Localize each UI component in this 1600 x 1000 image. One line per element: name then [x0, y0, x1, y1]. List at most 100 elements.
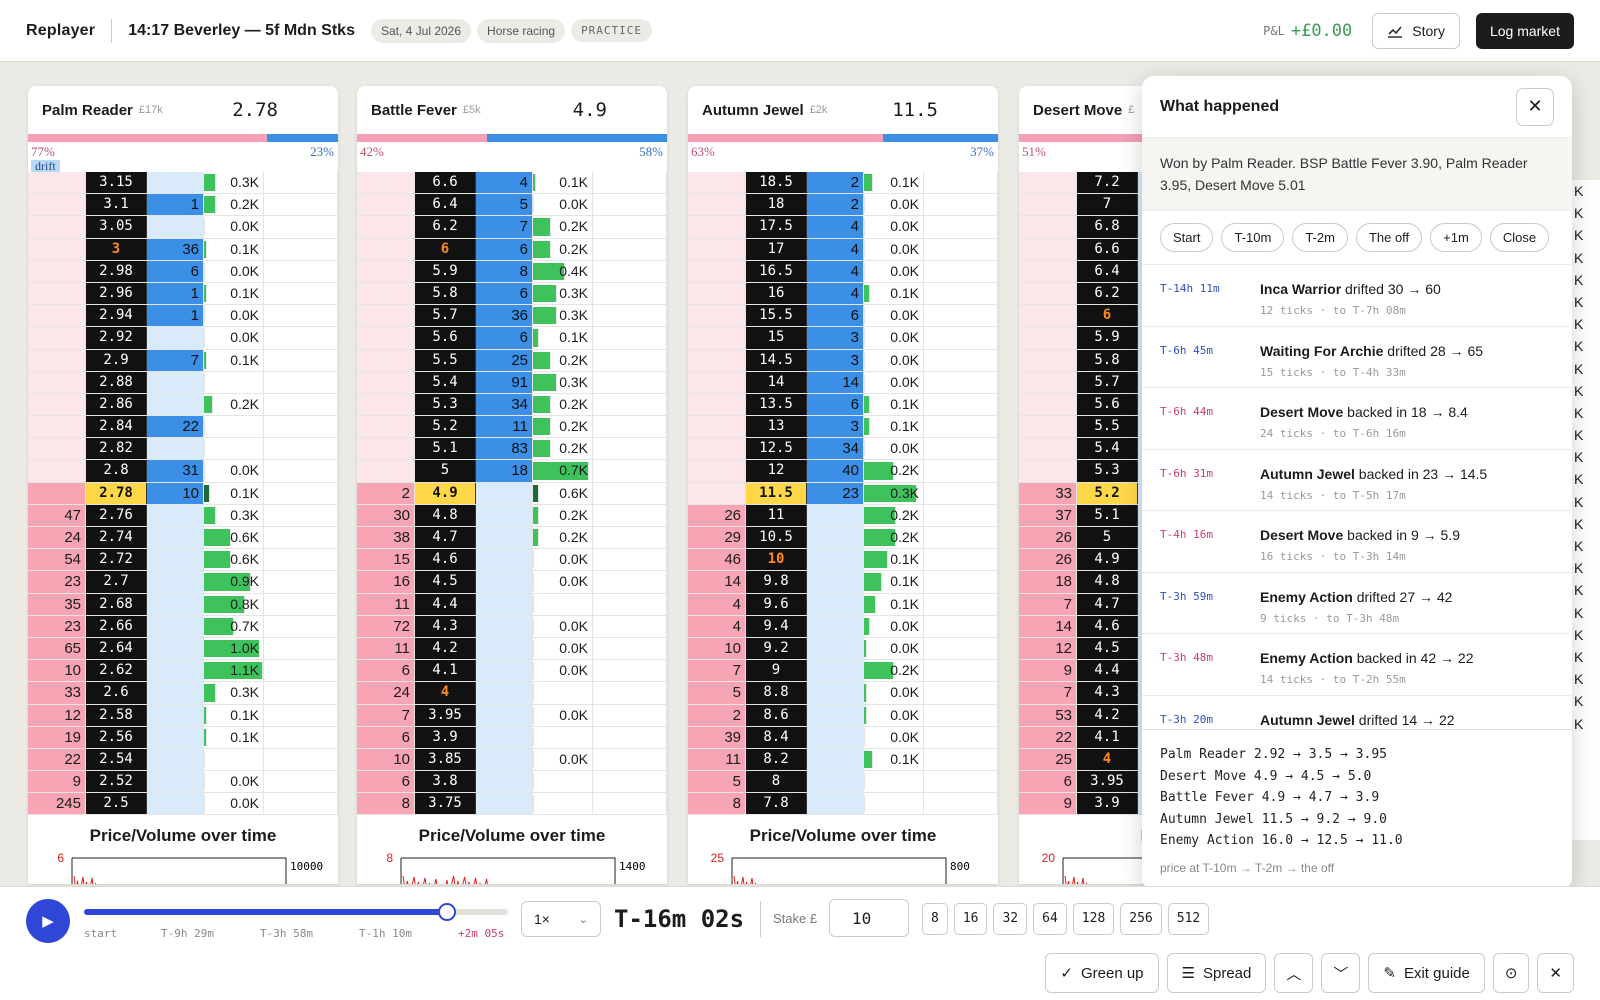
lay-cell[interactable] — [147, 793, 204, 815]
lay-cell[interactable]: 36 — [476, 305, 533, 327]
back-cell[interactable] — [688, 349, 746, 371]
lay-cell[interactable] — [147, 216, 204, 238]
extra-cell[interactable] — [264, 615, 338, 637]
lay-cell[interactable]: 7 — [476, 216, 533, 238]
jump-button[interactable]: +1m — [1430, 223, 1482, 252]
back-cell[interactable] — [357, 260, 415, 282]
chevron-down-button[interactable]: ﹀ — [1321, 953, 1361, 993]
event-item[interactable]: T-6h 31m Autumn Jewel backed in 23 → 14.5… — [1142, 450, 1572, 511]
jump-button[interactable]: The off — [1355, 223, 1423, 252]
back-cell[interactable] — [1019, 416, 1077, 438]
extra-cell[interactable] — [593, 637, 667, 660]
spread-button[interactable]: ☰ Spread — [1166, 953, 1267, 993]
back-cell[interactable] — [28, 327, 86, 349]
back-cell[interactable] — [688, 371, 746, 393]
stake-preset-button[interactable]: 8 — [922, 903, 948, 935]
lay-cell[interactable]: 7 — [147, 349, 204, 371]
back-cell[interactable]: 9 — [1019, 660, 1077, 682]
extra-cell[interactable] — [264, 371, 338, 393]
back-cell[interactable]: 26 — [688, 504, 746, 526]
lay-cell[interactable] — [476, 660, 533, 682]
back-cell[interactable] — [1019, 460, 1077, 482]
back-cell[interactable] — [357, 371, 415, 393]
back-cell[interactable]: 29 — [688, 527, 746, 549]
back-cell[interactable]: 72 — [357, 615, 415, 637]
back-cell[interactable] — [28, 238, 86, 260]
lay-cell[interactable]: 31 — [147, 460, 204, 482]
extra-cell[interactable] — [924, 571, 998, 593]
back-cell[interactable] — [1019, 216, 1077, 238]
lay-cell[interactable] — [147, 438, 204, 460]
extra-cell[interactable] — [924, 549, 998, 571]
back-cell[interactable] — [357, 393, 415, 416]
back-cell[interactable] — [28, 305, 86, 327]
back-cell[interactable]: 5 — [688, 682, 746, 704]
event-item[interactable]: T-3h 59m Enemy Action drifted 27 → 42 9 ti… — [1142, 573, 1572, 634]
back-cell[interactable] — [688, 327, 746, 349]
lay-cell[interactable] — [807, 615, 864, 637]
extra-cell[interactable] — [924, 260, 998, 282]
lay-cell[interactable] — [147, 682, 204, 704]
back-cell[interactable] — [357, 416, 415, 438]
extra-cell[interactable] — [593, 726, 667, 748]
back-cell[interactable] — [688, 482, 746, 504]
lay-cell[interactable] — [476, 682, 533, 704]
extra-cell[interactable] — [593, 260, 667, 282]
extra-cell[interactable] — [924, 615, 998, 637]
lay-cell[interactable] — [807, 660, 864, 682]
lay-cell[interactable] — [476, 748, 533, 771]
jump-button[interactable]: T-2m — [1292, 223, 1348, 252]
extra-cell[interactable] — [593, 549, 667, 571]
back-cell[interactable] — [357, 282, 415, 305]
extra-cell[interactable] — [593, 748, 667, 771]
lay-cell[interactable] — [147, 549, 204, 571]
back-cell[interactable] — [688, 238, 746, 260]
extra-cell[interactable] — [593, 660, 667, 682]
back-cell[interactable] — [357, 460, 415, 482]
lay-cell[interactable] — [807, 593, 864, 615]
lay-cell[interactable] — [147, 504, 204, 526]
extra-cell[interactable] — [593, 527, 667, 549]
extra-cell[interactable] — [924, 305, 998, 327]
target-button[interactable]: ⊙ — [1492, 953, 1530, 993]
back-cell[interactable]: 33 — [28, 682, 86, 704]
extra-cell[interactable] — [264, 238, 338, 260]
back-cell[interactable] — [688, 416, 746, 438]
back-cell[interactable] — [688, 216, 746, 238]
extra-cell[interactable] — [593, 393, 667, 416]
lay-cell[interactable] — [807, 527, 864, 549]
extra-cell[interactable] — [593, 704, 667, 726]
extra-cell[interactable] — [924, 726, 998, 748]
lay-cell[interactable] — [147, 637, 204, 660]
back-cell[interactable] — [688, 393, 746, 416]
lay-cell[interactable]: 25 — [476, 349, 533, 371]
back-cell[interactable] — [1019, 194, 1077, 216]
stake-preset-button[interactable]: 512 — [1167, 903, 1210, 935]
back-cell[interactable] — [1019, 305, 1077, 327]
lay-cell[interactable]: 4 — [807, 216, 864, 238]
extra-cell[interactable] — [264, 282, 338, 305]
back-cell[interactable]: 8 — [688, 793, 746, 815]
lay-cell[interactable]: 22 — [147, 416, 204, 438]
extra-cell[interactable] — [264, 793, 338, 815]
back-cell[interactable] — [28, 172, 86, 194]
extra-cell[interactable] — [593, 482, 667, 504]
lay-cell[interactable] — [807, 771, 864, 793]
back-cell[interactable]: 10 — [688, 637, 746, 660]
lay-cell[interactable]: 2 — [807, 194, 864, 216]
back-cell[interactable]: 7 — [1019, 593, 1077, 615]
back-cell[interactable] — [688, 305, 746, 327]
extra-cell[interactable] — [264, 637, 338, 660]
lay-cell[interactable]: 8 — [476, 260, 533, 282]
lay-cell[interactable] — [147, 327, 204, 349]
extra-cell[interactable] — [264, 571, 338, 593]
back-cell[interactable] — [357, 327, 415, 349]
back-cell[interactable]: 4 — [688, 615, 746, 637]
back-cell[interactable]: 14 — [688, 571, 746, 593]
lay-cell[interactable]: 36 — [147, 238, 204, 260]
lay-cell[interactable] — [147, 593, 204, 615]
back-cell[interactable]: 6 — [357, 771, 415, 793]
back-cell[interactable]: 23 — [28, 615, 86, 637]
lay-cell[interactable] — [147, 704, 204, 726]
back-cell[interactable] — [28, 438, 86, 460]
